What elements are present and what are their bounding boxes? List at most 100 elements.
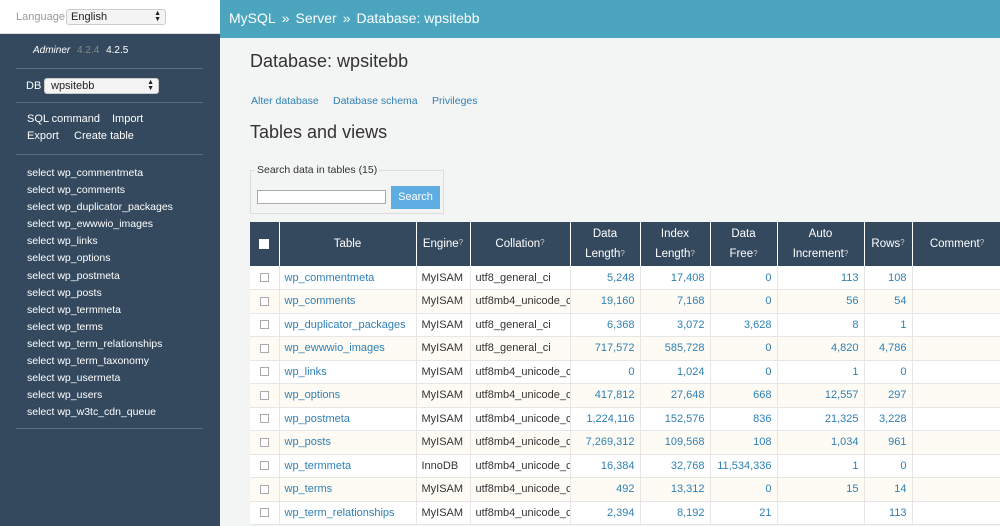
sidebar-table-link[interactable]: select wp_commentmeta xyxy=(27,165,173,182)
cell-index-length-value[interactable]: 152,576 xyxy=(665,413,705,425)
cell-data-length-value[interactable]: 7,269,312 xyxy=(586,436,635,448)
row-checkbox[interactable] xyxy=(259,273,269,283)
row-checkbox[interactable] xyxy=(259,320,269,330)
cell-data-length-value[interactable]: 6,368 xyxy=(607,319,635,331)
row-checkbox[interactable] xyxy=(259,461,269,471)
table-name-link[interactable]: wp_posts xyxy=(285,436,331,448)
create-table-link[interactable]: Create table xyxy=(74,130,134,142)
search-input[interactable] xyxy=(257,190,386,204)
cell-data-free-value[interactable]: 0 xyxy=(765,483,771,495)
cell-auto-increment-value[interactable]: 8 xyxy=(852,319,858,331)
cell-data-length-value[interactable]: 16,384 xyxy=(601,460,635,472)
row-checkbox[interactable] xyxy=(259,508,269,518)
cell-index-length-value[interactable]: 7,168 xyxy=(677,295,705,307)
cell-auto-increment-value[interactable]: 113 xyxy=(841,272,859,284)
help-icon[interactable]: ? xyxy=(980,238,984,247)
search-button[interactable]: Search xyxy=(391,186,440,209)
help-icon[interactable]: ? xyxy=(459,238,463,247)
sidebar-table-link[interactable]: select wp_comments xyxy=(27,182,173,199)
cell-data-length-value[interactable]: 417,812 xyxy=(595,389,635,401)
cell-rows-value[interactable]: 297 xyxy=(888,389,906,401)
breadcrumb-mysql[interactable]: MySQL xyxy=(229,10,276,26)
cell-index-length-value[interactable]: 17,408 xyxy=(671,272,705,284)
cell-index-length-value[interactable]: 1,024 xyxy=(677,366,705,378)
cell-rows-value[interactable]: 54 xyxy=(894,295,906,307)
sidebar-table-link[interactable]: select wp_users xyxy=(27,387,173,404)
cell-data-length-value[interactable]: 492 xyxy=(616,483,634,495)
cell-rows-value[interactable]: 0 xyxy=(900,460,906,472)
table-name-link[interactable]: wp_comments xyxy=(285,295,356,307)
row-checkbox[interactable] xyxy=(259,343,269,353)
cell-data-length-value[interactable]: 5,248 xyxy=(607,272,635,284)
table-name-link[interactable]: wp_ewwwio_images xyxy=(285,342,385,354)
cell-rows-value[interactable]: 0 xyxy=(900,366,906,378)
table-name-link[interactable]: wp_links xyxy=(285,366,327,378)
cell-rows-value[interactable]: 4,786 xyxy=(879,342,907,354)
select-all-checkbox[interactable] xyxy=(259,238,270,249)
cell-data-free-value[interactable]: 3,628 xyxy=(744,319,772,331)
cell-data-free-value[interactable]: 0 xyxy=(765,342,771,354)
row-checkbox[interactable] xyxy=(259,390,269,400)
row-checkbox[interactable] xyxy=(259,296,269,306)
alter-database-link[interactable]: Alter database xyxy=(251,95,319,107)
database-schema-link[interactable]: Database schema xyxy=(333,95,418,107)
cell-data-free-value[interactable]: 108 xyxy=(753,436,771,448)
row-checkbox[interactable] xyxy=(259,414,269,424)
help-icon[interactable]: ? xyxy=(844,249,848,258)
cell-index-length-value[interactable]: 27,648 xyxy=(671,389,705,401)
cell-data-length-value[interactable]: 717,572 xyxy=(595,342,635,354)
table-name-link[interactable]: wp_term_relationships xyxy=(285,507,395,519)
table-name-link[interactable]: wp_commentmeta xyxy=(285,272,375,284)
app-name-link[interactable]: Adminer xyxy=(33,45,70,56)
cell-rows-value[interactable]: 3,228 xyxy=(879,413,907,425)
export-link[interactable]: Export xyxy=(27,130,59,142)
sidebar-table-link[interactable]: select wp_posts xyxy=(27,285,173,302)
sidebar-table-link[interactable]: select wp_duplicator_packages xyxy=(27,199,173,216)
help-icon[interactable]: ? xyxy=(540,238,544,247)
cell-index-length-value[interactable]: 585,728 xyxy=(665,342,705,354)
help-icon[interactable]: ? xyxy=(620,249,624,258)
cell-auto-increment-value[interactable]: 21,325 xyxy=(825,413,859,425)
cell-rows-value[interactable]: 14 xyxy=(894,483,906,495)
cell-data-length-value[interactable]: 0 xyxy=(628,366,634,378)
sidebar-table-link[interactable]: select wp_links xyxy=(27,233,173,250)
sidebar-table-link[interactable]: select wp_termmeta xyxy=(27,302,173,319)
db-select[interactable]: wpsitebb ▲ ▼ xyxy=(44,78,159,94)
cell-data-free-value[interactable]: 668 xyxy=(753,389,771,401)
cell-data-free-value[interactable]: 0 xyxy=(765,366,771,378)
sidebar-table-link[interactable]: select wp_postmeta xyxy=(27,268,173,285)
sql-command-link[interactable]: SQL command xyxy=(27,113,100,125)
sidebar-table-link[interactable]: select wp_term_relationships xyxy=(27,336,173,353)
cell-rows-value[interactable]: 113 xyxy=(889,507,907,519)
cell-auto-increment-value[interactable]: 1 xyxy=(852,460,858,472)
cell-auto-increment-value[interactable]: 15 xyxy=(846,483,858,495)
help-icon[interactable]: ? xyxy=(900,238,904,247)
cell-data-length-value[interactable]: 2,394 xyxy=(607,507,635,519)
cell-auto-increment-value[interactable]: 56 xyxy=(846,295,858,307)
cell-auto-increment-value[interactable]: 4,820 xyxy=(831,342,859,354)
cell-index-length-value[interactable]: 3,072 xyxy=(677,319,705,331)
sidebar-table-link[interactable]: select wp_ewwwio_images xyxy=(27,216,173,233)
help-icon[interactable]: ? xyxy=(753,249,757,258)
cell-auto-increment-value[interactable]: 12,557 xyxy=(825,389,859,401)
help-icon[interactable]: ? xyxy=(690,249,694,258)
breadcrumb-server[interactable]: Server xyxy=(295,10,336,26)
cell-rows-value[interactable]: 961 xyxy=(888,436,906,448)
cell-index-length-value[interactable]: 32,768 xyxy=(671,460,705,472)
cell-index-length-value[interactable]: 13,312 xyxy=(671,483,705,495)
version-new-link[interactable]: 4.2.5 xyxy=(106,45,128,56)
privileges-link[interactable]: Privileges xyxy=(432,95,478,107)
row-checkbox[interactable] xyxy=(259,484,269,494)
cell-auto-increment-value[interactable]: 1 xyxy=(852,366,858,378)
sidebar-table-link[interactable]: select wp_terms xyxy=(27,319,173,336)
table-name-link[interactable]: wp_duplicator_packages xyxy=(285,319,406,331)
language-select[interactable]: English ▲ ▼ xyxy=(66,9,166,25)
cell-data-free-value[interactable]: 21 xyxy=(759,507,771,519)
table-name-link[interactable]: wp_options xyxy=(285,389,341,401)
sidebar-table-link[interactable]: select wp_usermeta xyxy=(27,370,173,387)
cell-data-free-value[interactable]: 0 xyxy=(765,272,771,284)
row-checkbox[interactable] xyxy=(259,437,269,447)
cell-data-length-value[interactable]: 19,160 xyxy=(601,295,635,307)
cell-index-length-value[interactable]: 8,192 xyxy=(677,507,705,519)
table-name-link[interactable]: wp_terms xyxy=(285,483,333,495)
